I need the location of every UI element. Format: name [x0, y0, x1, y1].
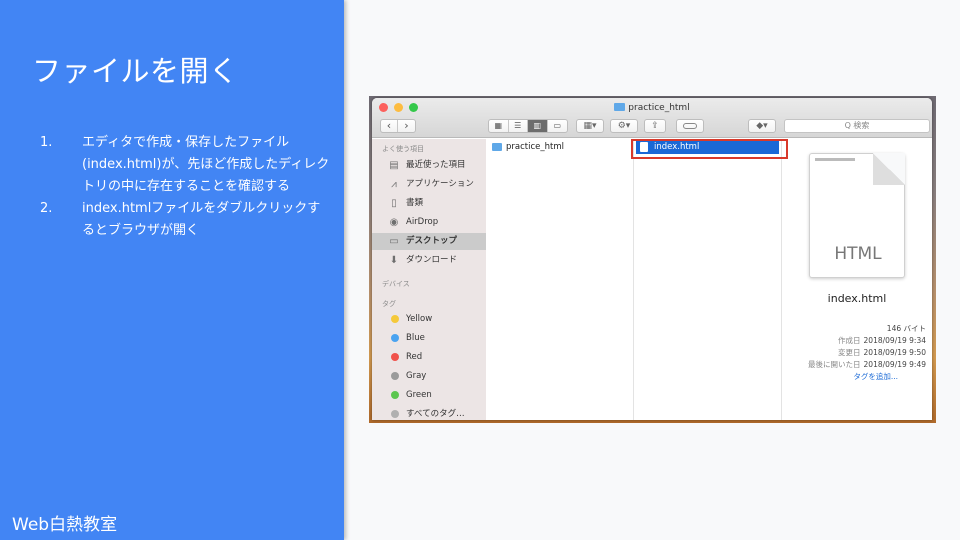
- step-item: 2. index.htmlファイルをダブルクリックするとブラウザが開く: [40, 198, 330, 242]
- share-button[interactable]: ⇪: [644, 119, 666, 133]
- icon-view-icon[interactable]: ▦: [489, 120, 509, 132]
- meta-label: 変更日: [838, 348, 861, 357]
- slide-title: ファイルを開く: [32, 54, 239, 88]
- sidebar-item-label: Blue: [406, 333, 425, 343]
- sidebar-tag-blue[interactable]: Blue: [372, 330, 486, 347]
- sidebar: よく使う項目 ▤ 最近使った項目 ⩘ アプリケーション ▯ 書類 ◉ AirDr…: [372, 139, 486, 420]
- nav-buttons: ‹ ›: [380, 119, 416, 133]
- sidebar-item-label: デスクトップ: [406, 236, 458, 246]
- devices-header: デバイス: [382, 280, 410, 288]
- code-lines-icon: [815, 158, 855, 161]
- sidebar-item-label: 最近使った項目: [406, 160, 466, 170]
- preview-created: 作成日 2018/09/19 9:34: [838, 335, 926, 346]
- sidebar-item-label: Gray: [406, 371, 427, 381]
- sidebar-item-applications[interactable]: ⩘ アプリケーション: [372, 176, 486, 193]
- meta-label: 最後に開いた日: [808, 360, 861, 369]
- add-tag-link[interactable]: タグを追加...: [853, 371, 898, 382]
- action-button[interactable]: ⚙▾: [610, 119, 638, 133]
- desktop-icon: ▭: [389, 236, 399, 247]
- preview-opened: 最後に開いた日 2018/09/19 9:49: [808, 359, 926, 370]
- preview-modified: 変更日 2018/09/19 9:50: [838, 347, 926, 358]
- titlebar: practice_html ‹ › ▦ ☰ ▥ ▭ ▦▾ ⚙▾ ⇪ ◆▾ Q 検…: [372, 98, 932, 138]
- column-view-icon[interactable]: ▥: [528, 120, 548, 132]
- finder-screenshot: practice_html ‹ › ▦ ☰ ▥ ▭ ▦▾ ⚙▾ ⇪ ◆▾ Q 検…: [369, 96, 936, 423]
- list-item-label: practice_html: [506, 142, 564, 152]
- preview-size: 146 バイト: [886, 324, 926, 333]
- sidebar-item-label: ダウンロード: [406, 255, 458, 265]
- sidebar-item-label: すべてのタグ…: [406, 409, 465, 419]
- share-icon: ⇪: [651, 121, 659, 131]
- folder-icon: [492, 143, 502, 151]
- meta-value: 2018/09/19 9:34: [863, 336, 926, 345]
- forward-button[interactable]: ›: [398, 120, 415, 132]
- blue-tag-icon: [391, 334, 399, 342]
- dropbox-icon: ◆▾: [756, 121, 768, 131]
- sidebar-item-label: 書類: [406, 198, 424, 208]
- tag-button[interactable]: [676, 119, 704, 133]
- applications-icon: ⩘: [391, 179, 397, 190]
- sidebar-tag-gray[interactable]: Gray: [372, 368, 486, 385]
- finder-window: practice_html ‹ › ▦ ☰ ▥ ▭ ▦▾ ⚙▾ ⇪ ◆▾ Q 検…: [372, 98, 932, 420]
- folder-icon: [614, 103, 626, 111]
- window-title-text: practice_html: [628, 103, 690, 113]
- sidebar-tag-yellow[interactable]: Yellow: [372, 311, 486, 328]
- sidebar-item-label: Yellow: [406, 314, 433, 324]
- step-text: エディタで作成・保存したファイル(index.html)が、先ほど作成したディレ…: [82, 135, 330, 194]
- sidebar-item-label: Green: [406, 390, 432, 400]
- left-panel: ファイルを開く 1. エディタで作成・保存したファイル(index.html)が…: [0, 0, 344, 540]
- meta-label: 作成日: [838, 336, 861, 345]
- search-input[interactable]: Q 検索: [784, 119, 930, 133]
- column-2: index.html: [634, 139, 782, 420]
- sidebar-item-label: Red: [406, 352, 423, 362]
- column-1: practice_html: [486, 139, 634, 420]
- back-button[interactable]: ‹: [381, 120, 398, 132]
- airdrop-icon: ◉: [389, 217, 399, 228]
- list-item-practice-html[interactable]: practice_html: [488, 141, 631, 154]
- group-icon: ▦▾: [583, 121, 597, 131]
- favorites-header: よく使う項目: [382, 145, 424, 153]
- green-tag-icon: [391, 391, 399, 399]
- tags-header: タグ: [382, 300, 396, 308]
- thumbnail-label: HTML: [834, 244, 882, 264]
- sidebar-item-airdrop[interactable]: ◉ AirDrop: [372, 214, 486, 231]
- sidebar-item-documents[interactable]: ▯ 書類: [372, 195, 486, 212]
- preview-pane: HTML index.html 146 バイト 作成日 2018/09/19 9:…: [782, 139, 932, 420]
- selection-highlight-box: [631, 139, 788, 159]
- step-number: 1.: [40, 135, 53, 150]
- view-switcher: ▦ ☰ ▥ ▭: [488, 119, 568, 133]
- all-tags-icon: [391, 410, 399, 418]
- sidebar-tag-red[interactable]: Red: [372, 349, 486, 366]
- documents-icon: ▯: [391, 198, 397, 209]
- footer-brand: Web白熱教室: [12, 515, 118, 535]
- steps-list: 1. エディタで作成・保存したファイル(index.html)が、先ほど作成した…: [40, 132, 330, 242]
- step-number: 2.: [40, 201, 53, 216]
- step-item: 1. エディタで作成・保存したファイル(index.html)が、先ほど作成した…: [40, 132, 330, 198]
- sidebar-item-label: AirDrop: [406, 217, 439, 227]
- downloads-icon: ⬇: [389, 255, 399, 266]
- step-text: index.htmlファイルをダブルクリックするとブラウザが開く: [82, 201, 321, 238]
- preview-file-name: index.html: [827, 292, 887, 305]
- group-button[interactable]: ▦▾: [576, 119, 604, 133]
- recents-icon: ▤: [389, 160, 399, 171]
- gray-tag-icon: [391, 372, 399, 380]
- yellow-tag-icon: [391, 315, 399, 323]
- dropbox-button[interactable]: ◆▾: [748, 119, 776, 133]
- gear-icon: ⚙▾: [617, 121, 631, 131]
- page-fold-icon: [873, 153, 905, 185]
- gallery-view-icon[interactable]: ▭: [548, 120, 567, 132]
- window-title: practice_html: [372, 103, 932, 113]
- sidebar-item-label: アプリケーション: [406, 179, 474, 189]
- tag-icon: [683, 123, 697, 129]
- meta-value: 2018/09/19 9:50: [863, 348, 926, 357]
- sidebar-item-downloads[interactable]: ⬇ ダウンロード: [372, 252, 486, 269]
- list-view-icon[interactable]: ☰: [509, 120, 528, 132]
- sidebar-item-desktop[interactable]: ▭ デスクトップ: [372, 233, 486, 250]
- sidebar-item-recents[interactable]: ▤ 最近使った項目: [372, 157, 486, 174]
- sidebar-tag-all[interactable]: すべてのタグ…: [372, 406, 486, 420]
- sidebar-tag-green[interactable]: Green: [372, 387, 486, 404]
- meta-value: 2018/09/19 9:49: [863, 360, 926, 369]
- file-thumbnail: HTML: [809, 153, 905, 278]
- red-tag-icon: [391, 353, 399, 361]
